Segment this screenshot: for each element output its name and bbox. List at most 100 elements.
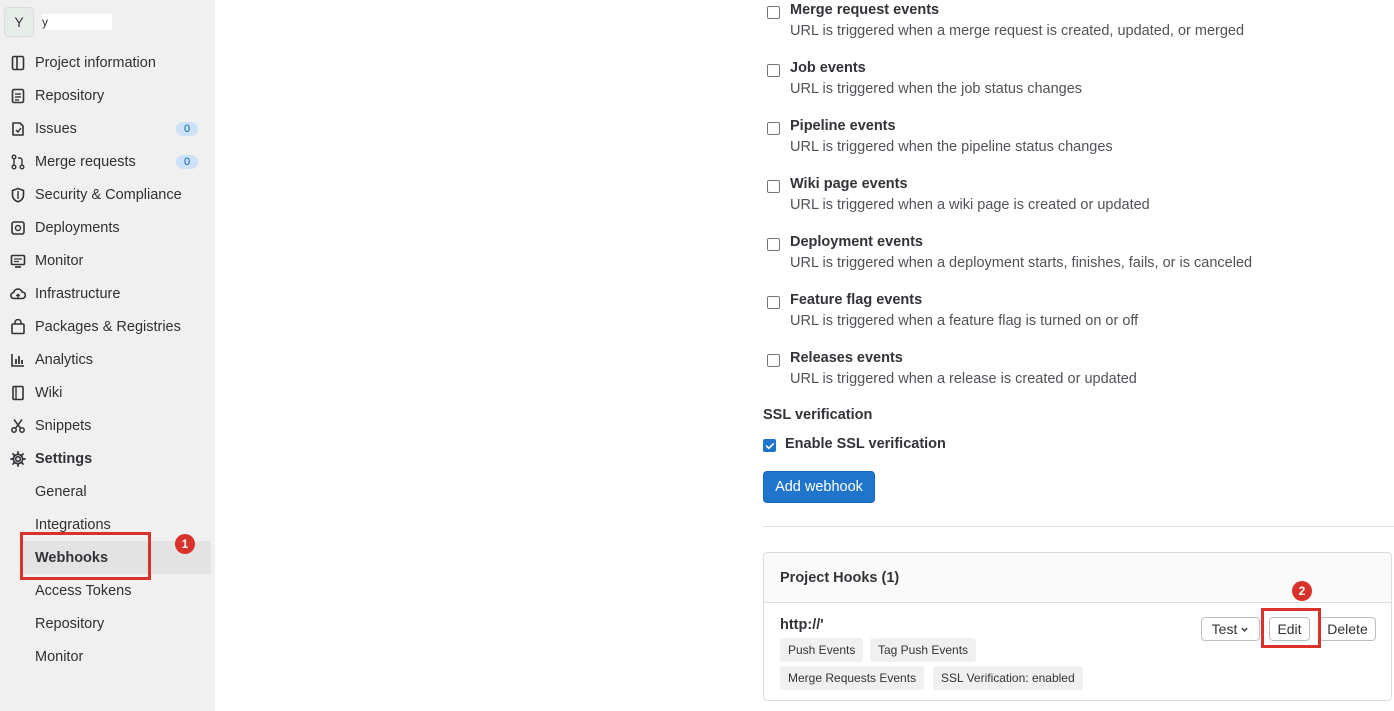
project-name[interactable]: y xyxy=(42,14,112,30)
event-pipeline[interactable]: Pipeline events URL is triggered when th… xyxy=(763,118,1383,168)
sidebar-item-repository[interactable]: Repository xyxy=(0,79,215,112)
event-title: Releases events xyxy=(790,350,903,366)
sidebar-item-label: Packages & Registries xyxy=(35,318,181,335)
sidebar-item-packages-registries[interactable]: Packages & Registries xyxy=(0,310,215,343)
event-description: URL is triggered when a merge request is… xyxy=(790,23,1245,39)
event-title: Feature flag events xyxy=(790,292,923,308)
cloud-icon xyxy=(10,286,26,302)
event-description: URL is triggered when the job status cha… xyxy=(790,81,1083,97)
package-icon xyxy=(10,318,26,335)
settings-sub-access-tokens[interactable]: Access Tokens xyxy=(0,574,215,607)
hook-event-tag: Merge Requests Events xyxy=(780,666,925,690)
checkmark-icon xyxy=(765,442,774,449)
event-checkbox[interactable] xyxy=(767,354,780,367)
doc-icon xyxy=(10,88,26,104)
chart-icon xyxy=(10,352,26,368)
project-avatar[interactable]: Y xyxy=(4,7,34,37)
merge-request-icon xyxy=(10,154,26,170)
sidebar-item-snippets[interactable]: Snippets xyxy=(0,409,215,442)
project-hooks-card: Project Hooks (1) http://' 5/hook Push E… xyxy=(763,552,1392,701)
sidebar-subitem-label: Repository xyxy=(35,615,105,632)
project-header[interactable]: Y y xyxy=(4,6,112,38)
ssl-verification-option[interactable]: Enable SSL verification xyxy=(763,436,1063,456)
chevron-down-icon xyxy=(1241,627,1249,632)
event-deployment[interactable]: Deployment events URL is triggered when … xyxy=(763,234,1383,284)
sidebar-subitem-label: Integrations xyxy=(35,516,111,533)
sidebar-item-security-compliance[interactable]: Security & Compliance xyxy=(0,178,215,211)
redacted-mask xyxy=(826,614,928,636)
sidebar-item-label: Merge requests xyxy=(35,153,136,170)
event-checkbox[interactable] xyxy=(767,238,780,251)
sidebar-item-merge-requests[interactable]: Merge requests 0 xyxy=(0,145,215,178)
event-title: Merge request events xyxy=(790,2,940,18)
event-releases[interactable]: Releases events URL is triggered when a … xyxy=(763,350,1383,400)
project-icon xyxy=(10,55,26,71)
sidebar: Y y Project information Repository Issue… xyxy=(0,0,215,711)
hook-ssl-tag: SSL Verification: enabled xyxy=(933,666,1083,690)
settings-sub-monitor[interactable]: Monitor xyxy=(0,640,215,673)
sidebar-item-label: Security & Compliance xyxy=(35,186,182,203)
sidebar-item-label: Repository xyxy=(35,87,105,104)
sidebar-item-label: Wiki xyxy=(35,384,63,401)
event-job[interactable]: Job events URL is triggered when the job… xyxy=(763,60,1383,110)
hook-event-tag: Push Events xyxy=(780,638,864,662)
event-title: Wiki page events xyxy=(790,176,908,192)
delete-hook-button[interactable]: Delete xyxy=(1319,617,1376,641)
ssl-label: Enable SSL verification xyxy=(785,436,946,452)
sidebar-subitem-label: General xyxy=(35,483,87,500)
sidebar-item-label: Deployments xyxy=(35,219,120,236)
issues-icon xyxy=(10,121,26,137)
sidebar-item-analytics[interactable]: Analytics xyxy=(0,343,215,376)
sidebar-subitem-label: Webhooks xyxy=(35,549,109,566)
project-hooks-title: Project Hooks (1) xyxy=(780,570,900,586)
sidebar-item-label: Settings xyxy=(35,450,93,467)
sidebar-item-infrastructure[interactable]: Infrastructure xyxy=(0,277,215,310)
sidebar-item-monitor[interactable]: Monitor xyxy=(0,244,215,277)
test-dropdown-button[interactable]: Test xyxy=(1201,617,1260,641)
sidebar-item-settings[interactable]: Settings xyxy=(0,442,215,475)
sidebar-item-project-information[interactable]: Project information xyxy=(0,46,215,79)
settings-sub-repository[interactable]: Repository xyxy=(0,607,215,640)
section-divider xyxy=(763,526,1394,527)
event-checkbox[interactable] xyxy=(767,180,780,193)
event-merge-request[interactable]: Merge request events URL is triggered wh… xyxy=(763,2,1383,52)
event-description: URL is triggered when a release is creat… xyxy=(790,371,1137,387)
settings-sub-general[interactable]: General xyxy=(0,475,215,508)
ssl-heading: SSL verification xyxy=(763,407,873,423)
test-label: Test xyxy=(1211,621,1238,637)
event-checkbox[interactable] xyxy=(767,64,780,77)
sidebar-item-deployments[interactable]: Deployments xyxy=(0,211,215,244)
event-title: Pipeline events xyxy=(790,118,896,134)
hook-event-tag: Tag Push Events xyxy=(870,638,977,662)
event-checkbox[interactable] xyxy=(767,6,780,19)
event-checkbox[interactable] xyxy=(767,122,780,135)
edit-hook-button[interactable]: Edit xyxy=(1269,617,1310,641)
sidebar-item-label: Snippets xyxy=(35,417,92,434)
book-icon xyxy=(10,385,26,401)
monitor-icon xyxy=(10,253,26,269)
event-title: Job events xyxy=(790,60,866,76)
deployments-icon xyxy=(10,220,26,236)
sidebar-item-wiki[interactable]: Wiki xyxy=(0,376,215,409)
event-description: URL is triggered when the pipeline statu… xyxy=(790,139,1113,155)
sidebar-item-label: Analytics xyxy=(35,351,94,368)
sidebar-item-label: Infrastructure xyxy=(35,285,121,302)
sidebar-item-label: Issues xyxy=(35,120,77,137)
ssl-checkbox[interactable] xyxy=(763,439,776,452)
merge-requests-count-badge: 0 xyxy=(176,154,198,169)
sidebar-item-label: Project information xyxy=(35,54,156,71)
snippet-icon xyxy=(10,418,26,434)
event-title: Deployment events xyxy=(790,234,923,250)
sidebar-item-issues[interactable]: Issues 0 xyxy=(0,112,215,145)
add-webhook-button[interactable]: Add webhook xyxy=(763,471,875,503)
shield-icon xyxy=(10,187,26,203)
sidebar-subitem-label: Access Tokens xyxy=(35,582,132,599)
event-wiki-page[interactable]: Wiki page events URL is triggered when a… xyxy=(763,176,1383,226)
issues-count-badge: 0 xyxy=(176,121,198,136)
gear-icon xyxy=(10,450,26,467)
event-description: URL is triggered when a deployment start… xyxy=(790,255,1253,271)
event-checkbox[interactable] xyxy=(767,296,780,309)
annotation-marker-1: 1 xyxy=(175,534,195,554)
sidebar-item-label: Monitor xyxy=(35,252,84,269)
event-feature-flag[interactable]: Feature flag events URL is triggered whe… xyxy=(763,292,1383,342)
